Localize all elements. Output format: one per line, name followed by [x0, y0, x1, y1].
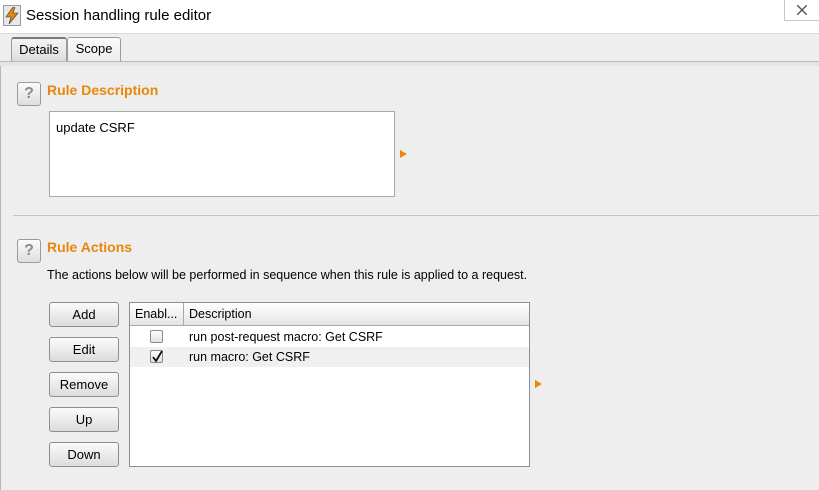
action-description: run macro: Get CSRF — [189, 350, 310, 364]
action-description: run post-request macro: Get CSRF — [189, 330, 383, 344]
description-expand-icon[interactable] — [400, 150, 407, 158]
checkmark-icon — [152, 350, 163, 363]
up-button[interactable]: Up — [49, 407, 119, 432]
edit-button[interactable]: Edit — [49, 337, 119, 362]
table-row[interactable]: run macro: Get CSRF — [130, 347, 529, 367]
enabled-checkbox[interactable] — [150, 350, 163, 363]
remove-button[interactable]: Remove — [49, 372, 119, 397]
section-divider — [13, 215, 819, 216]
close-icon — [797, 5, 807, 15]
table-row[interactable]: run post-request macro: Get CSRF — [130, 327, 529, 347]
app-lightning-icon — [3, 5, 21, 26]
rule-description-heading: Rule Description — [47, 82, 159, 98]
window-title-bar: Session handling rule editor — [0, 0, 819, 33]
rule-description-help-icon[interactable]: ? — [17, 82, 41, 106]
window-close-button[interactable] — [784, 0, 819, 21]
down-button[interactable]: Down — [49, 442, 119, 467]
enabled-checkbox[interactable] — [150, 330, 163, 343]
column-header-description[interactable]: Description — [184, 303, 529, 325]
add-button[interactable]: Add — [49, 302, 119, 327]
column-header-enabled[interactable]: Enabl... — [130, 303, 184, 325]
rule-actions-help-icon[interactable]: ? — [17, 239, 41, 263]
rule-actions-info: The actions below will be performed in s… — [47, 268, 528, 282]
rule-actions-heading: Rule Actions — [47, 239, 133, 255]
window-title: Session handling rule editor — [26, 7, 212, 24]
tab-scope[interactable]: Scope — [67, 37, 121, 62]
tab-strip: Details Scope — [0, 33, 819, 62]
actions-table-header: Enabl... Description — [130, 303, 529, 326]
rule-description-field[interactable]: update CSRF — [49, 111, 395, 197]
tab-details[interactable]: Details — [11, 37, 67, 62]
actions-expand-icon[interactable] — [535, 380, 542, 388]
actions-table[interactable]: Enabl... Description run post-request ma… — [129, 302, 530, 467]
